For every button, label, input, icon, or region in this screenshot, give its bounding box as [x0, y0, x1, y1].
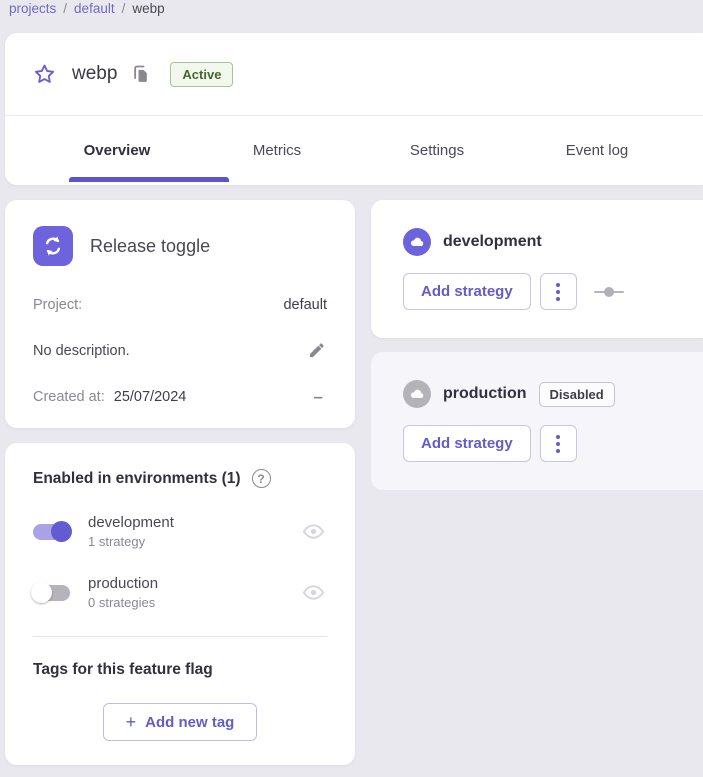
tab-overview[interactable]: Overview [37, 116, 197, 185]
cloud-icon [403, 380, 431, 408]
environments-panel-card: Enabled in environments (1) ? developmen… [5, 443, 355, 765]
environment-row-development: development 1 strategy [33, 514, 327, 549]
breadcrumb-separator: / [122, 1, 126, 16]
breadcrumb-projects[interactable]: projects [9, 1, 56, 16]
project-label: Project: [33, 297, 82, 313]
description-text: No description. [33, 343, 130, 359]
help-icon[interactable]: ? [252, 469, 271, 488]
created-value: 25/07/2024 [114, 389, 187, 405]
page-title: webp [72, 63, 117, 85]
environment-card-name: development [443, 233, 542, 251]
disabled-badge: Disabled [539, 382, 615, 407]
breadcrumb-separator: / [63, 1, 67, 16]
tags-heading: Tags for this feature flag [33, 661, 327, 679]
production-environment-card: production Disabled Add strategy [371, 352, 703, 490]
copy-name-icon[interactable] [130, 63, 152, 85]
breadcrumb: projects / default / webp [9, 1, 165, 16]
project-value: default [283, 297, 327, 313]
plus-icon: + [126, 712, 137, 733]
production-toggle[interactable] [33, 585, 70, 601]
tab-event-log[interactable]: Event log [517, 116, 677, 185]
feature-type-label: Release toggle [90, 236, 210, 257]
tab-settings[interactable]: Settings [357, 116, 517, 185]
environments-panel-title: Enabled in environments (1) [33, 470, 241, 488]
add-strategy-button[interactable]: Add strategy [403, 273, 531, 310]
add-new-tag-button[interactable]: + Add new tag [103, 703, 257, 741]
breadcrumb-current: webp [132, 1, 164, 16]
tab-metrics[interactable]: Metrics [197, 116, 357, 185]
environment-name: development [88, 514, 302, 531]
environment-name: production [88, 575, 302, 592]
environment-row-production: production 0 strategies [33, 575, 327, 610]
rollout-slider-icon [594, 287, 624, 297]
edit-description-icon[interactable] [306, 340, 327, 361]
eye-icon[interactable] [302, 520, 325, 543]
environment-strategy-count: 0 strategies [88, 595, 302, 610]
development-environment-card: development Add strategy [371, 200, 703, 338]
favorite-star-icon[interactable] [31, 61, 57, 87]
add-new-tag-label: Add new tag [145, 714, 234, 731]
environment-card-name: production [443, 385, 527, 403]
environment-strategy-count: 1 strategy [88, 534, 302, 549]
minus-dash-icon: – [314, 388, 327, 405]
active-tab-indicator [69, 177, 229, 182]
development-toggle[interactable] [33, 524, 70, 540]
release-toggle-icon [33, 226, 73, 266]
created-label: Created at: [33, 389, 105, 405]
cloud-icon [403, 228, 431, 256]
feature-header-card: webp Active Overview Metrics Settings Ev… [5, 33, 703, 185]
kebab-menu-button[interactable] [540, 273, 577, 310]
add-strategy-button[interactable]: Add strategy [403, 425, 531, 462]
eye-icon[interactable] [302, 581, 325, 604]
status-badge: Active [170, 62, 233, 87]
feature-details-card: Release toggle Project: default No descr… [5, 200, 355, 428]
kebab-menu-button[interactable] [540, 425, 577, 462]
breadcrumb-default[interactable]: default [74, 1, 115, 16]
tab-bar: Overview Metrics Settings Event log [37, 116, 703, 185]
